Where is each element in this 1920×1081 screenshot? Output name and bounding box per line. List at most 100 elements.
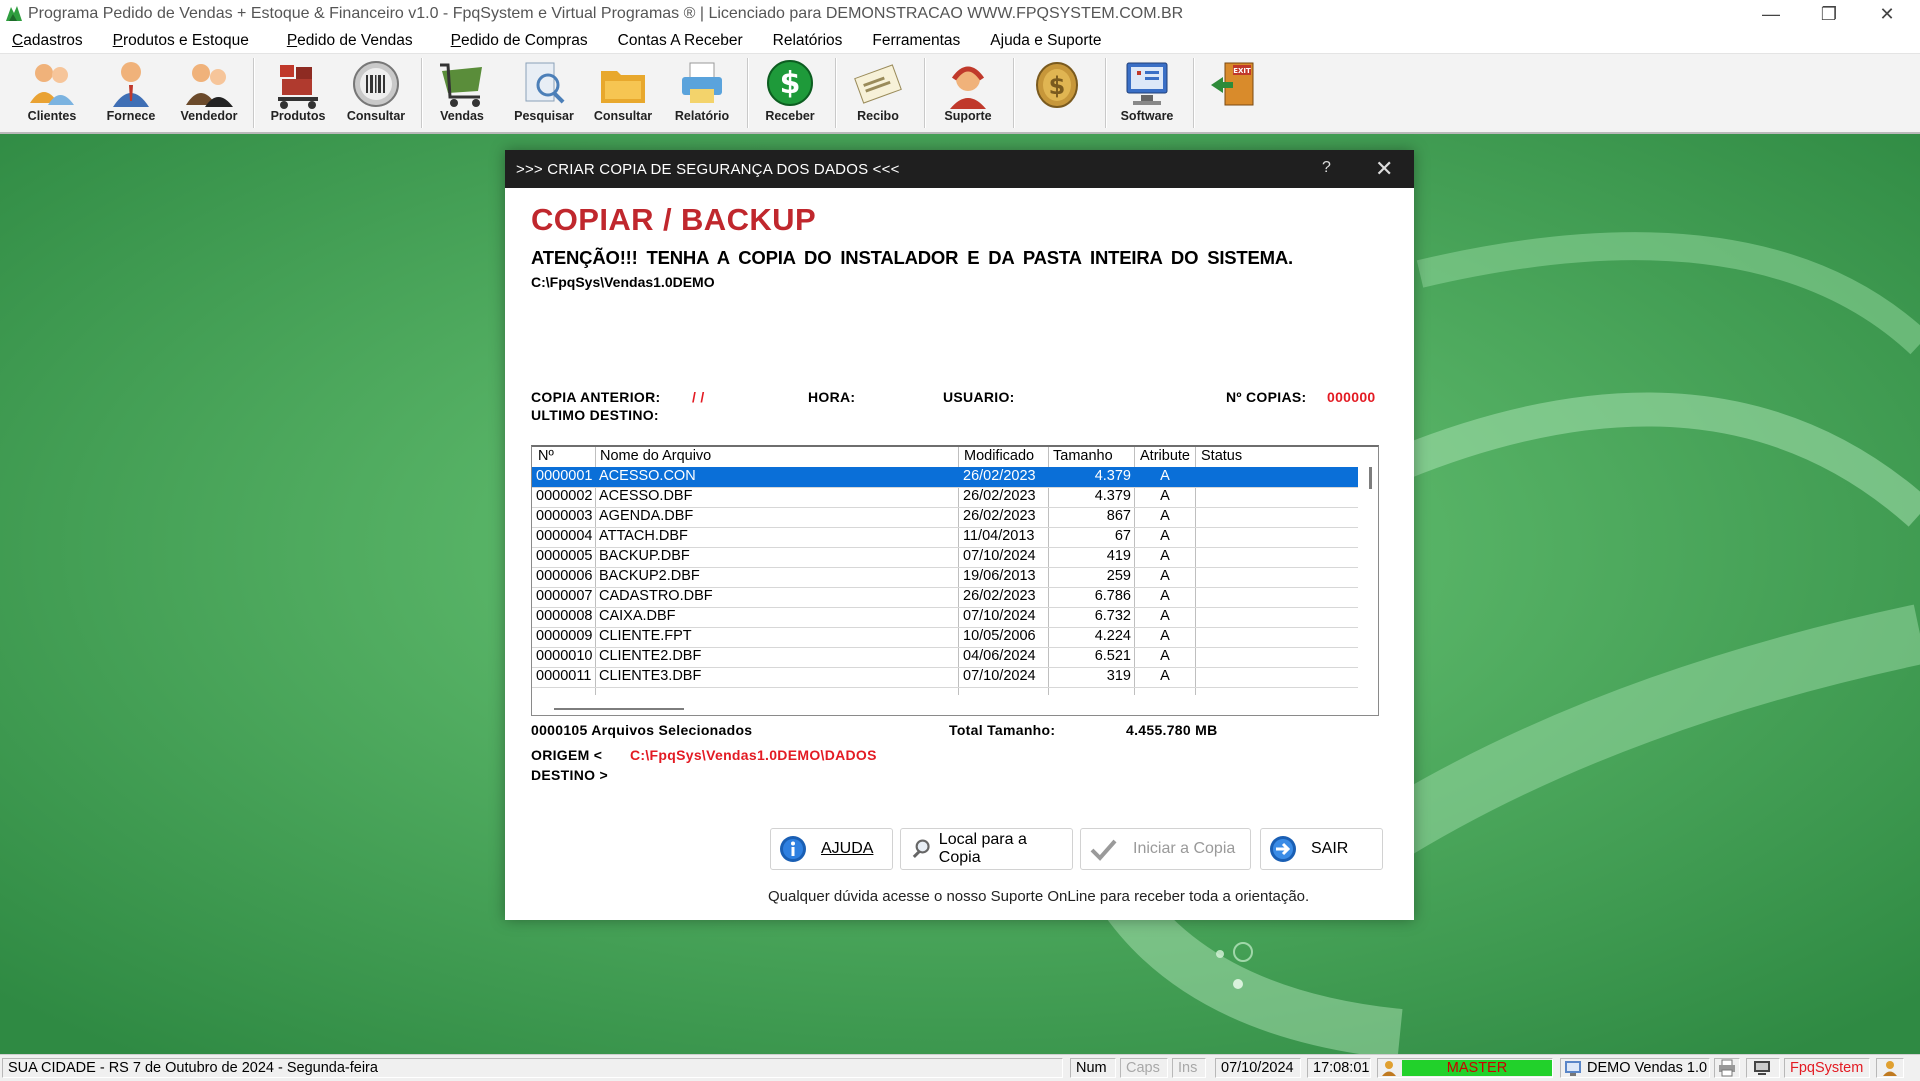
dialog-close-button[interactable]: ✕ [1375, 156, 1393, 182]
receipt-icon [854, 64, 902, 104]
table-row[interactable]: 0000009 CLIENTE.FPT 10/05/2006 4.224 A [532, 627, 1358, 648]
toolbar: Clientes Fornece Vendedor Produtos Consu… [0, 54, 1920, 134]
status-user-panel: MASTER [1377, 1058, 1553, 1078]
toolbar-separator [835, 58, 837, 128]
table-row[interactable]: 0000011 CLIENTE3.DBF 07/10/2024 319 A [532, 667, 1358, 688]
menu-mnemonic: C [12, 31, 24, 49]
toolbar-recibo-button[interactable]: Recibo [841, 57, 915, 129]
warning-text: ATENÇÃO!!! TENHA A COPIA DO INSTALADOR E… [531, 247, 1293, 268]
printer-icon [1719, 1059, 1735, 1077]
cell-modificado: 07/10/2024 [963, 668, 1036, 684]
copia-anterior-label: COPIA ANTERIOR: [531, 389, 661, 405]
app-logo-icon [6, 6, 22, 21]
horizontal-scrollbar[interactable] [554, 708, 684, 710]
toolbar-label: Receber [765, 109, 815, 123]
status-user2-panel[interactable] [1876, 1058, 1904, 1078]
menu-ajuda-suporte[interactable]: Ajuda e Suporte [990, 32, 1101, 50]
menu-pedido-compras[interactable]: Pedido de Compras [451, 32, 588, 50]
table-row[interactable]: 0000008 CAIXA.DBF 07/10/2024 6.732 A [532, 607, 1358, 628]
table-row[interactable]: 0000005 BACKUP.DBF 07/10/2024 419 A [532, 547, 1358, 568]
cell-tamanho: 67 [1114, 528, 1131, 544]
col-header-modificado[interactable]: Modificado [964, 448, 1034, 464]
sair-button[interactable]: SAIR [1260, 828, 1383, 870]
toolbar-relatorio-button[interactable]: Relatório [665, 57, 739, 129]
toolbar-software-button[interactable]: Software [1110, 57, 1184, 129]
toolbar-receber-button[interactable]: $ Receber [753, 57, 827, 129]
clients-icon [30, 64, 74, 105]
local-copia-button[interactable]: Local para a Copia [900, 828, 1073, 870]
status-monitor-panel[interactable] [1746, 1058, 1780, 1078]
origem-path: C:\FpqSys\Vendas1.0DEMO\DADOS [630, 747, 877, 763]
close-window-button[interactable]: ✕ [1858, 0, 1916, 28]
local-copia-label: Local para a Copia [938, 831, 1027, 866]
menu-label: rodutos e Estoque [123, 31, 249, 49]
dialog-help-button[interactable]: ? [1322, 159, 1331, 177]
menu-mnemonic: P [286, 31, 298, 49]
cell-atribute: A [1160, 528, 1170, 544]
toolbar-label: Fornece [106, 109, 156, 123]
seller-icon [186, 64, 233, 107]
minimize-button[interactable]: — [1742, 0, 1800, 28]
ajuda-button[interactable]: AJUDA [770, 828, 893, 870]
user-icon [1883, 1061, 1897, 1076]
status-product-panel: DEMO Vendas 1.0 [1560, 1058, 1710, 1078]
file-grid[interactable]: Nº Nome do Arquivo Modificado Tamanho At… [531, 445, 1379, 716]
table-row[interactable]: 0000003 AGENDA.DBF 26/02/2023 867 A [532, 507, 1358, 528]
menu-ferramentas[interactable]: Ferramentas [872, 32, 960, 50]
ajuda-label: AJUDA [821, 840, 874, 857]
toolbar-fornece-button[interactable]: Fornece [94, 57, 168, 129]
menu-label: Ferramentas [872, 31, 961, 49]
menu-contas-receber[interactable]: Contas A Receber [618, 32, 743, 50]
col-header-atribute[interactable]: Atribute [1140, 448, 1194, 464]
table-row[interactable]: 0000006 BACKUP2.DBF 19/06/2013 259 A [532, 567, 1358, 588]
dialog-title-bar: >>> CRIAR COPIA DE SEGURANÇA DOS DADOS <… [505, 150, 1414, 188]
cell-nome: CAIXA.DBF [599, 608, 676, 624]
folder-icon [601, 71, 645, 103]
toolbar-label: Suporte [944, 109, 992, 123]
table-row[interactable]: 0000002 ACESSO.DBF 26/02/2023 4.379 A [532, 487, 1358, 508]
table-row[interactable]: 0000010 CLIENTE2.DBF 04/06/2024 6.521 A [532, 647, 1358, 668]
cell-nome: BACKUP.DBF [599, 548, 690, 564]
toolbar-suporte-button[interactable]: Suporte [931, 57, 1005, 129]
iniciar-copia-button[interactable]: Iniciar a Copia [1080, 828, 1251, 870]
col-header-numero[interactable]: Nº [538, 448, 554, 464]
menu-relatorios[interactable]: Relatórios [773, 32, 843, 50]
cell-nome: CADASTRO.DBF [599, 588, 713, 604]
menu-produtos-estoque[interactable]: Produtos e Estoque [113, 32, 249, 50]
table-row[interactable]: 0000007 CADASTRO.DBF 26/02/2023 6.786 A [532, 587, 1358, 608]
toolbar-produtos-button[interactable]: Produtos [261, 57, 335, 129]
restore-button[interactable]: ❐ [1800, 0, 1858, 28]
cell-modificado: 19/06/2013 [963, 568, 1036, 584]
cell-atribute: A [1160, 468, 1170, 484]
menu-label: edido de Compras [461, 31, 588, 49]
menu-pedido-vendas[interactable]: Pedido de Vendas [287, 32, 413, 50]
toolbar-pesquisar-button[interactable]: Pesquisar [507, 57, 581, 129]
toolbar-vendedor-button[interactable]: Vendedor [172, 57, 246, 129]
toolbar-label: Consultar [346, 109, 406, 123]
toolbar-vendas-button[interactable]: Vendas [425, 57, 499, 129]
toolbar-separator [421, 58, 423, 128]
col-header-status[interactable]: Status [1201, 448, 1242, 464]
col-header-nome[interactable]: Nome do Arquivo [600, 448, 711, 464]
toolbar-coin-button[interactable]: $ [1020, 57, 1094, 129]
cell-atribute: A [1160, 568, 1170, 584]
user-icon [1382, 1061, 1396, 1076]
table-row[interactable]: 0000001 ACESSO.CON 26/02/2023 4.379 A [532, 467, 1358, 488]
table-row[interactable]: 0000004 ATTACH.DBF 11/04/2013 67 A [532, 527, 1358, 548]
vertical-scrollbar[interactable] [1369, 467, 1372, 489]
col-header-tamanho[interactable]: Tamanho [1053, 448, 1113, 464]
ultimo-destino-label: ULTIMO DESTINO: [531, 407, 659, 423]
product-icon [1565, 1061, 1581, 1076]
cell-numero: 0000010 [536, 648, 593, 664]
toolbar-consultar-folder-button[interactable]: Consultar [586, 57, 660, 129]
toolbar-separator [924, 58, 926, 128]
ncopias-label: Nº COPIAS: [1226, 389, 1307, 405]
cell-tamanho: 319 [1106, 668, 1131, 684]
svg-text:$: $ [780, 66, 801, 101]
toolbar-exit-button[interactable]: EXIT [1198, 57, 1272, 129]
toolbar-clientes-button[interactable]: Clientes [15, 57, 89, 129]
toolbar-label: Pesquisar [514, 109, 574, 123]
toolbar-consultar-button[interactable]: Consultar [339, 57, 413, 129]
status-printer-panel[interactable] [1714, 1058, 1740, 1078]
menu-cadastros[interactable]: Cadastros [12, 32, 83, 50]
